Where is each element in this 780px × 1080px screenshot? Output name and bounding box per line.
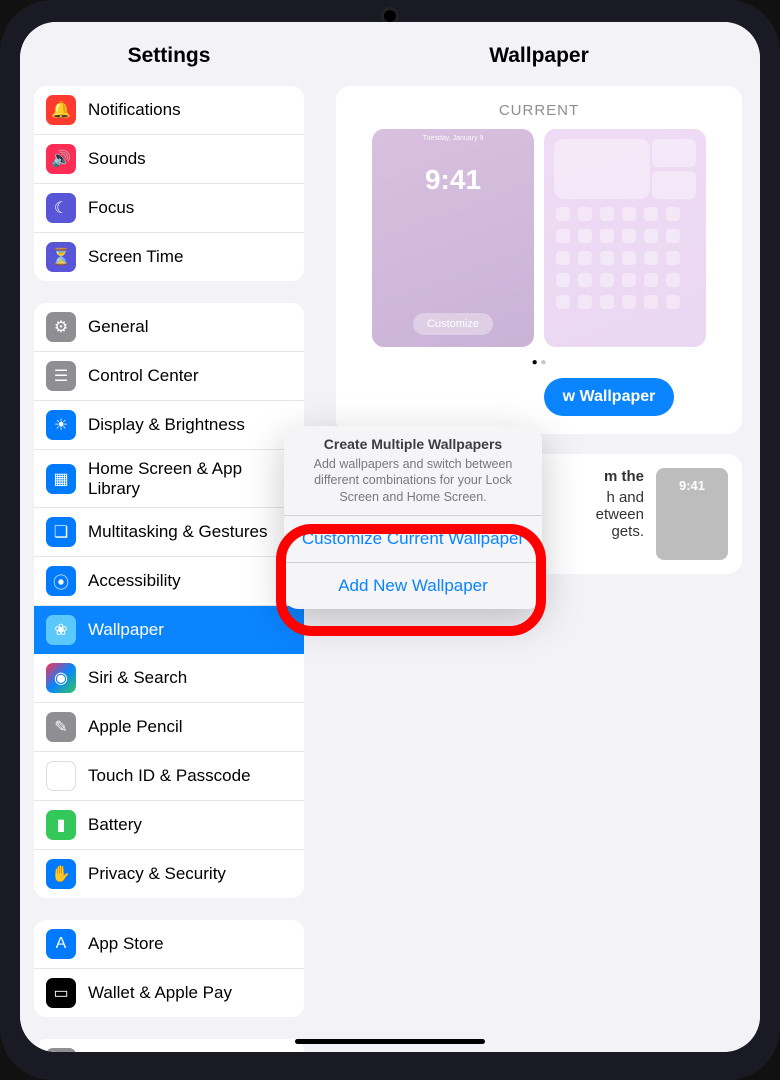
lock-screen-preview[interactable]: Tuesday, January 9 9:41 Customize bbox=[372, 129, 534, 347]
pencil-icon: ✎ bbox=[46, 712, 76, 742]
sidebar-item-label: Screen Time bbox=[88, 247, 183, 267]
key-icon: 🔑 bbox=[46, 1048, 76, 1052]
settings-group: 🔔 Notifications 🔊 Sounds ☾ Focus ⏳ Screen Time bbox=[34, 86, 304, 281]
sidebar-item-label: Siri & Search bbox=[88, 668, 187, 688]
sidebar-item-wallpaper[interactable]: ❀ Wallpaper bbox=[34, 606, 304, 654]
sidebar-item-accessibility[interactable]: ⦿ Accessibility bbox=[34, 557, 304, 606]
sidebar-item-control-center[interactable]: ☰ Control Center bbox=[34, 352, 304, 401]
sidebar-item-label: Control Center bbox=[88, 366, 199, 386]
sidebar-item-label: Display & Brightness bbox=[88, 415, 245, 435]
sidebar-item-siri-search[interactable]: ◉ Siri & Search bbox=[34, 654, 304, 703]
moon-icon: ☾ bbox=[46, 193, 76, 223]
sidebar-item-label: Battery bbox=[88, 815, 142, 835]
sidebar-item-label: Home Screen & App Library bbox=[88, 459, 292, 498]
popover-title: Create Multiple Wallpapers bbox=[298, 436, 528, 452]
sidebar-item-battery[interactable]: ▮ Battery bbox=[34, 801, 304, 850]
sidebar-item-wallet-apple-pay[interactable]: ▭ Wallet & Apple Pay bbox=[34, 969, 304, 1017]
sidebar-item-label: General bbox=[88, 317, 148, 337]
sidebar-item-passwords[interactable]: 🔑Passwords bbox=[34, 1039, 304, 1052]
sidebar-item-app-store[interactable]: A App Store bbox=[34, 920, 304, 969]
sidebar-item-label: Wallet & Apple Pay bbox=[88, 983, 232, 1003]
sidebar-item-screen-time[interactable]: ⏳ Screen Time bbox=[34, 233, 304, 281]
wallet-icon: ▭ bbox=[46, 978, 76, 1008]
bell-icon: 🔔 bbox=[46, 95, 76, 125]
toggles-icon: ☰ bbox=[46, 361, 76, 391]
settings-group: 🔑Passwords✉Mail bbox=[34, 1039, 304, 1052]
page-indicator: ● ● bbox=[350, 347, 728, 378]
accessibility-icon: ⦿ bbox=[46, 566, 76, 596]
sidebar-item-apple-pencil[interactable]: ✎ Apple Pencil bbox=[34, 703, 304, 752]
settings-sidebar: Settings 🔔 Notifications 🔊 Sounds ☾ Focus ⏳ Scr… bbox=[20, 22, 318, 1052]
sidebar-item-label: Notifications bbox=[88, 100, 181, 120]
sidebar-item-label: Focus bbox=[88, 198, 134, 218]
screen: Settings 🔔 Notifications 🔊 Sounds ☾ Focus ⏳ Scr… bbox=[20, 22, 760, 1052]
sidebar-item-multitasking-gestures[interactable]: ❏ Multitasking & Gestures bbox=[34, 508, 304, 557]
preview-time: 9:41 bbox=[372, 164, 534, 196]
sidebar-item-touch-id-passcode[interactable]: ◍ Touch ID & Passcode bbox=[34, 752, 304, 801]
sidebar-item-notifications[interactable]: 🔔 Notifications bbox=[34, 86, 304, 135]
gear-icon: ⚙ bbox=[46, 312, 76, 342]
home-screen-preview[interactable] bbox=[544, 129, 706, 347]
customize-current-wallpaper-item[interactable]: Customize Current Wallpaper bbox=[284, 515, 542, 562]
sidebar-item-home-screen-app-library[interactable]: ▦ Home Screen & App Library bbox=[34, 450, 304, 508]
sidebar-item-label: Multitasking & Gestures bbox=[88, 522, 268, 542]
current-wallpaper-card: CURRENT Tuesday, January 9 9:41 Customiz… bbox=[336, 86, 742, 434]
add-new-wallpaper-item[interactable]: Add New Wallpaper bbox=[284, 562, 542, 609]
sidebar-item-sounds[interactable]: 🔊 Sounds bbox=[34, 135, 304, 184]
sidebar-item-label: Accessibility bbox=[88, 571, 181, 591]
sidebar-item-privacy-security[interactable]: ✋ Privacy & Security bbox=[34, 850, 304, 898]
camera-notch bbox=[384, 10, 396, 22]
sidebar-scroll[interactable]: 🔔 Notifications 🔊 Sounds ☾ Focus ⏳ Screen Time ⚙… bbox=[20, 86, 318, 1052]
sidebar-item-label: Apple Pencil bbox=[88, 717, 183, 737]
create-wallpapers-popover: Create Multiple Wallpapers Add wallpaper… bbox=[284, 426, 542, 609]
sidebar-item-display-brightness[interactable]: ☀ Display & Brightness bbox=[34, 401, 304, 450]
wallpaper-icon: ❀ bbox=[46, 615, 76, 645]
sidebar-item-label: Sounds bbox=[88, 149, 146, 169]
mini-preview: 9:41 bbox=[656, 468, 728, 560]
device-frame: Settings 🔔 Notifications 🔊 Sounds ☾ Focus ⏳ Scr… bbox=[0, 0, 780, 1080]
sidebar-item-label: Touch ID & Passcode bbox=[88, 766, 251, 786]
siri-icon: ◉ bbox=[46, 663, 76, 693]
sidebar-item-label: Privacy & Security bbox=[88, 864, 226, 884]
fingerprint-icon: ◍ bbox=[46, 761, 76, 791]
grid-icon: ▦ bbox=[46, 464, 76, 494]
add-new-wallpaper-button[interactable]: w Wallpaper bbox=[544, 378, 674, 416]
multitask-icon: ❏ bbox=[46, 517, 76, 547]
sun-icon: ☀ bbox=[46, 410, 76, 440]
speaker-icon: 🔊 bbox=[46, 144, 76, 174]
current-label: CURRENT bbox=[350, 102, 728, 119]
hand-icon: ✋ bbox=[46, 859, 76, 889]
settings-group: ⚙ General ☰ Control Center ☀ Display & Bright… bbox=[34, 303, 304, 898]
customize-pill[interactable]: Customize bbox=[413, 313, 493, 335]
appstore-icon: A bbox=[46, 929, 76, 959]
sidebar-item-general[interactable]: ⚙ General bbox=[34, 303, 304, 352]
sidebar-item-label: App Store bbox=[88, 934, 164, 954]
sidebar-item-focus[interactable]: ☾ Focus bbox=[34, 184, 304, 233]
settings-group: A App Store ▭ Wallet & Apple Pay bbox=[34, 920, 304, 1017]
popover-subtitle: Add wallpapers and switch between differ… bbox=[298, 452, 528, 515]
sidebar-item-label: Wallpaper bbox=[88, 620, 164, 640]
battery-icon: ▮ bbox=[46, 810, 76, 840]
preview-date: Tuesday, January 9 bbox=[372, 135, 534, 142]
home-indicator bbox=[295, 1039, 485, 1044]
page-title: Wallpaper bbox=[318, 22, 760, 86]
sidebar-title: Settings bbox=[20, 22, 318, 86]
hourglass-icon: ⏳ bbox=[46, 242, 76, 272]
